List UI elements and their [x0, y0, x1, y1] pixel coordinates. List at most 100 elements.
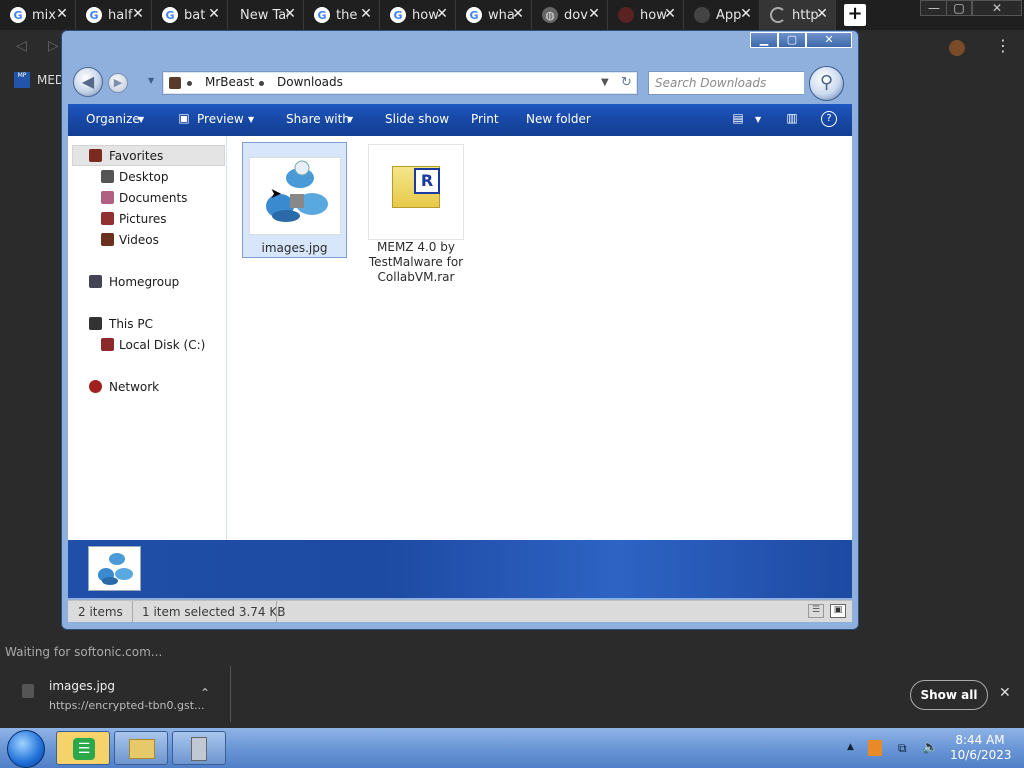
browser-tab[interactable]: how ✕: [608, 0, 684, 30]
nav-videos[interactable]: Videos: [119, 233, 159, 247]
preview-icon: ▣: [178, 111, 190, 125]
browser-tab[interactable]: Ghalf ✕: [76, 0, 152, 30]
google-icon: G: [162, 7, 178, 23]
close-browser-button[interactable]: ✕: [972, 0, 1022, 16]
homegroup-icon: [89, 275, 102, 288]
notes-icon: ☰: [73, 738, 95, 760]
browser-tab[interactable]: Ghow ✕: [380, 0, 456, 30]
preview-pane-icon[interactable]: ▥: [784, 111, 800, 127]
close-tab-icon[interactable]: ✕: [359, 6, 373, 22]
show-hidden-icons-icon[interactable]: ▲: [847, 742, 854, 752]
organize-button[interactable]: Organize: [86, 112, 140, 126]
close-tab-icon[interactable]: ✕: [739, 6, 753, 22]
refresh-icon[interactable]: ↻: [621, 75, 632, 90]
folder-icon: [169, 77, 181, 89]
nav-homegroup[interactable]: Homegroup: [109, 275, 179, 289]
details-view-icon[interactable]: ☰: [808, 604, 824, 618]
taskbar-app-button[interactable]: [172, 731, 226, 765]
close-tab-icon[interactable]: ✕: [131, 6, 145, 22]
browser-tab[interactable]: Gwha ✕: [456, 0, 532, 30]
close-tab-icon[interactable]: ✕: [815, 6, 829, 22]
bookmark-icon: MP: [14, 72, 30, 88]
browser-tab-active[interactable]: http ✕: [760, 0, 836, 30]
nav-documents[interactable]: Documents: [119, 191, 187, 205]
rar-badge-icon: R: [414, 168, 440, 194]
google-icon: G: [10, 7, 26, 23]
address-bar[interactable]: MrBeast Downloads ▼ ↻: [162, 71, 638, 95]
nav-network[interactable]: Network: [109, 380, 159, 394]
browser-tab-strip: Gmix✕ Ghalf✕ Gbat✕ New Tab✕ Gthe✕ Ghow✕ …: [0, 0, 1024, 30]
browser-tab[interactable]: Gthe ✕: [304, 0, 380, 30]
browser-status-text: Waiting for softonic.com...: [5, 645, 163, 659]
close-button[interactable]: ✕: [806, 32, 852, 48]
details-thumbnail: [88, 546, 141, 591]
browser-tab[interactable]: Gmix ✕: [0, 0, 76, 30]
taskbar-app-button[interactable]: ☰: [56, 731, 110, 765]
show-all-button[interactable]: Show all: [910, 680, 988, 710]
start-button[interactable]: [7, 730, 45, 768]
command-bar: Organize ▼ ▣ Preview ▼ Share with ▼ Slid…: [68, 104, 852, 136]
view-options-icon[interactable]: ▤: [730, 111, 746, 127]
share-with-button[interactable]: Share with: [286, 112, 350, 126]
print-button[interactable]: Print: [471, 112, 499, 126]
folder-icon: [129, 739, 155, 759]
menu-icon[interactable]: ⋮: [995, 36, 1011, 55]
close-tab-icon[interactable]: ✕: [663, 6, 677, 22]
chevron-up-icon[interactable]: ⌃: [200, 686, 210, 700]
forward-button[interactable]: ▶: [108, 73, 128, 93]
back-icon[interactable]: ◁: [16, 38, 27, 54]
status-bar: 2 items 1 item selected 3.74 KB ☰ ▣: [68, 600, 852, 622]
breadcrumb-item[interactable]: Downloads: [277, 75, 343, 89]
address-dropdown-icon[interactable]: ▼: [601, 77, 609, 88]
google-icon: G: [466, 7, 482, 23]
file-item[interactable]: R MEMZ 4.0 by TestMalware for CollabVM.r…: [368, 144, 464, 284]
back-button[interactable]: ◀: [73, 67, 103, 97]
history-dropdown-icon[interactable]: ▼: [148, 76, 154, 85]
nav-desktop[interactable]: Desktop: [119, 170, 169, 184]
chevron-down-icon[interactable]: ▼: [755, 115, 761, 124]
close-tab-icon[interactable]: ✕: [207, 6, 221, 22]
volume-icon[interactable]: 🔈: [922, 740, 938, 755]
help-icon[interactable]: ?: [821, 111, 837, 127]
tray-app-icon[interactable]: [868, 740, 882, 756]
minimize-browser-button[interactable]: —: [920, 0, 948, 16]
nav-pictures[interactable]: Pictures: [119, 212, 167, 226]
close-tab-icon[interactable]: ✕: [511, 6, 525, 22]
documents-icon: [101, 191, 114, 204]
search-icon[interactable]: ⚲: [809, 66, 844, 101]
preview-button[interactable]: Preview: [197, 112, 244, 126]
network-icon: [89, 380, 102, 393]
maximize-button[interactable]: ▢: [778, 32, 806, 48]
globe-icon: ◍: [542, 7, 558, 23]
profile-avatar[interactable]: [949, 40, 965, 56]
nav-favorites[interactable]: Favorites: [109, 149, 163, 163]
taskbar-explorer-button[interactable]: [114, 731, 168, 765]
browser-tab[interactable]: ◍ dov ✕: [532, 0, 608, 30]
nav-this-pc[interactable]: This PC: [109, 317, 153, 331]
search-input[interactable]: Search Downloads: [648, 71, 804, 95]
forward-icon[interactable]: ▷: [48, 38, 59, 54]
minimize-button[interactable]: ▁: [750, 32, 778, 48]
browser-tab[interactable]: Gbat ✕: [152, 0, 228, 30]
file-item[interactable]: images.jpg: [242, 142, 347, 258]
download-filename[interactable]: images.jpg: [49, 679, 115, 693]
browser-tab[interactable]: App ✕: [684, 0, 760, 30]
close-tab-icon[interactable]: ✕: [435, 6, 449, 22]
slide-show-button[interactable]: Slide show: [385, 112, 449, 126]
network-tray-icon[interactable]: ⧉: [898, 741, 907, 756]
details-pane: [68, 540, 852, 598]
close-tab-icon[interactable]: ✕: [587, 6, 601, 22]
new-folder-button[interactable]: New folder: [526, 112, 591, 126]
browser-tab[interactable]: New Tab✕: [228, 0, 304, 30]
clock[interactable]: 8:44 AM 10/6/2023: [950, 733, 1012, 763]
close-tab-icon[interactable]: ✕: [283, 6, 297, 22]
breadcrumb-item[interactable]: MrBeast: [205, 75, 254, 89]
file-name: images.jpg: [261, 241, 328, 255]
close-download-bar-icon[interactable]: ✕: [999, 685, 1011, 701]
maximize-browser-button[interactable]: ▢: [946, 0, 972, 16]
close-tab-icon[interactable]: ✕: [55, 6, 69, 22]
new-tab-button[interactable]: +: [844, 4, 866, 26]
nav-local-disk[interactable]: Local Disk (C:): [119, 338, 205, 352]
large-icons-view-icon[interactable]: ▣: [830, 604, 846, 618]
breadcrumb-separator-icon: [187, 81, 192, 86]
